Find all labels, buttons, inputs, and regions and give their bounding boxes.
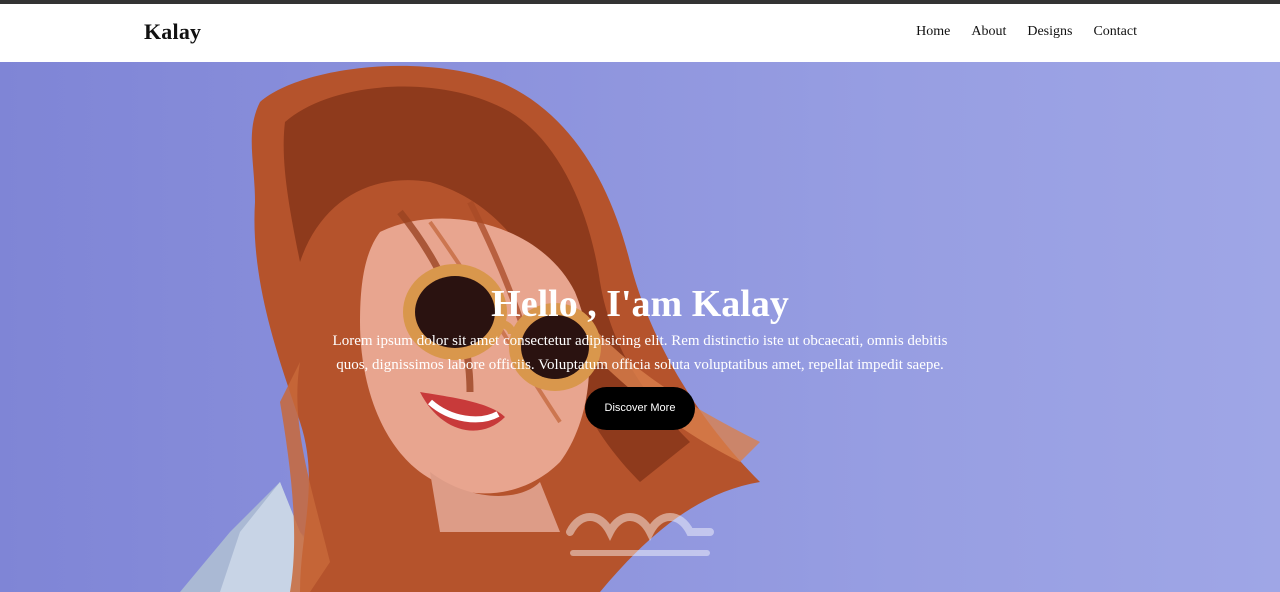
brand-logo[interactable]: Kalay <box>144 19 201 45</box>
hero-description: Lorem ipsum dolor sit amet consectetur a… <box>332 332 948 373</box>
hero-content: Hello , I'am Kalay Lorem ipsum dolor sit… <box>320 283 960 430</box>
nav-links: Home About Designs Contact <box>916 24 1137 40</box>
navbar: Kalay Home About Designs Contact <box>0 4 1280 62</box>
hero-section: Hello , I'am Kalay Lorem ipsum dolor sit… <box>0 62 1280 592</box>
discover-more-button[interactable]: Discover More <box>585 386 695 430</box>
watermark-logo <box>566 513 714 556</box>
nav-about[interactable]: About <box>971 24 1006 40</box>
hero-title: Hello , I'am Kalay <box>491 283 789 325</box>
nav-designs[interactable]: Designs <box>1027 24 1072 40</box>
nav-contact[interactable]: Contact <box>1093 24 1137 40</box>
nav-home[interactable]: Home <box>916 24 950 40</box>
